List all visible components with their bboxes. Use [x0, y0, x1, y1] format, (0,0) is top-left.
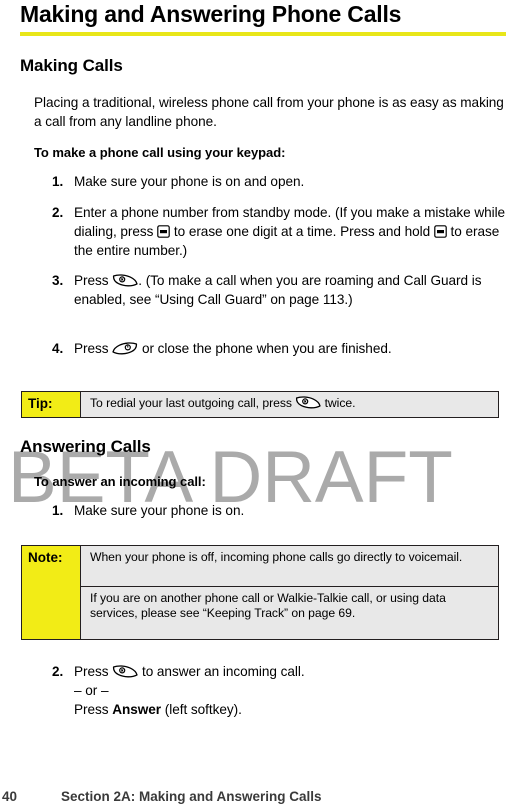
back-key-icon [434, 225, 447, 238]
heading-making-calls: Making Calls [20, 56, 123, 75]
note-row: If you are on another phone call or Walk… [81, 586, 498, 639]
step-body: Enter a phone number from standby mode. … [74, 205, 506, 258]
page-title: Making and Answering Phone Calls [20, 1, 402, 27]
back-key-icon [157, 225, 170, 238]
footer-page-number: 40 [2, 789, 18, 804]
page-footer: 40 Section 2A: Making and Answering Call… [0, 789, 506, 811]
title-rule-divider [20, 32, 506, 36]
step-body: Press to answer an incoming call. – or – P… [74, 664, 305, 717]
step-number: 4. [52, 341, 64, 356]
tip-row: To redial your last outgoing call, press… [90, 396, 356, 410]
step-number: 1. [52, 174, 64, 189]
step-number: 1. [52, 503, 64, 518]
step-number: 2. [52, 664, 64, 679]
step-number: 2. [52, 205, 64, 220]
step-answering-2: 2. Press to answer an incoming call. – or… [50, 662, 506, 719]
send-key-icon [112, 665, 138, 679]
heading-answering-calls: Answering Calls [20, 437, 151, 456]
making-calls-lead-in: To make a phone call using your keypad: [34, 145, 286, 160]
step-body: Make sure your phone is on and open. [74, 174, 305, 189]
note-label: Note: [22, 546, 81, 639]
step-answering-1: 1. Make sure your phone is on. [50, 501, 506, 520]
step-body: Press or close the phone when you are fi… [74, 341, 392, 356]
tip-body: To redial your last outgoing call, press… [81, 392, 498, 417]
send-key-icon [112, 274, 138, 288]
step-making-4: 4. Press or close the phone when you are… [50, 339, 506, 358]
note-body: When your phone is off, incoming phone c… [81, 546, 498, 639]
footer-section-title: Section 2A: Making and Answering Calls [61, 789, 322, 804]
step-making-3: 3. Press . (To make a call when you are … [50, 271, 506, 309]
step-body: Make sure your phone is on. [74, 503, 245, 518]
step-number: 3. [52, 273, 64, 288]
manual-page: BETA DRAFT Making and Answering Phone Ca… [0, 0, 506, 811]
end-key-icon [112, 342, 138, 356]
tip-label: Tip: [22, 392, 81, 417]
step-making-1: 1. Make sure your phone is on and open. [50, 172, 506, 191]
step-body: Press . (To make a call when you are roa… [74, 273, 482, 307]
softkey-label: Answer [112, 702, 162, 717]
making-calls-intro: Placing a traditional, wireless phone ca… [34, 95, 504, 129]
note-row: When your phone is off, incoming phone c… [90, 550, 463, 564]
note-callout: Note: When your phone is off, incoming p… [21, 545, 499, 640]
step-making-2: 2. Enter a phone number from standby mod… [50, 203, 506, 260]
answering-calls-lead-in: To answer an incoming call: [34, 474, 206, 489]
send-key-icon [295, 396, 321, 410]
tip-callout: Tip: To redial your last outgoing call, … [21, 391, 499, 418]
